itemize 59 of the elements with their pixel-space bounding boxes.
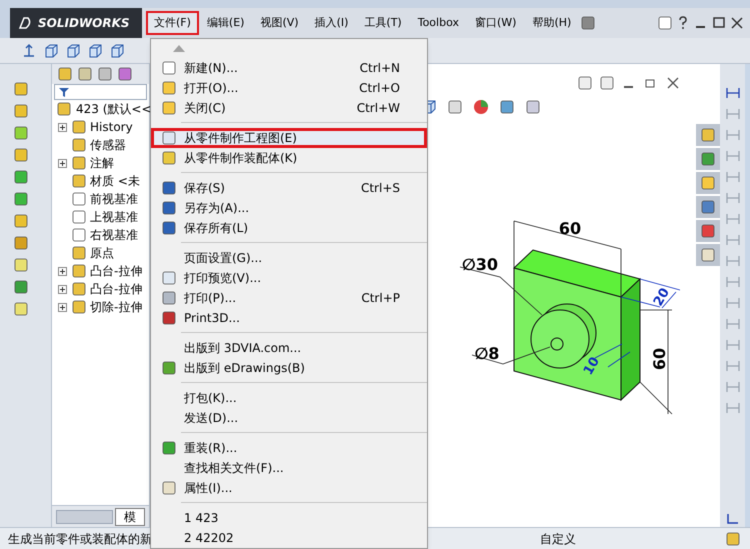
color-ball-icon[interactable] (472, 98, 490, 116)
menu-item[interactable]: 插入(I) (306, 11, 356, 35)
dimension-label: ∅8 (474, 344, 500, 363)
tree-item[interactable]: 凸台-拉伸 (90, 262, 142, 280)
menu-option[interactable]: 属性(I)... (151, 478, 427, 498)
menu-option[interactable]: 发送(D)... (151, 408, 427, 428)
menu-option[interactable]: 关闭(C) Ctrl+W (151, 98, 427, 118)
menu-option[interactable]: 打印(P)... Ctrl+P (151, 288, 427, 308)
tree-item[interactable]: 上视基准 (90, 208, 138, 226)
tree-item[interactable]: 前视基准 (90, 190, 138, 208)
menu-option[interactable]: 1 423 (151, 508, 427, 528)
tree-item[interactable]: 凸台-拉伸 (90, 280, 142, 298)
menu-item[interactable]: 工具(T) (356, 11, 410, 35)
expand-icon[interactable] (58, 122, 67, 132)
tree-item[interactable]: 传感器 (90, 136, 126, 154)
tree-item[interactable]: History (90, 118, 133, 136)
dimension-label: 20 (650, 286, 673, 309)
filter-field[interactable] (54, 84, 147, 100)
tree-item[interactable]: 材质 <未 (90, 172, 140, 190)
unit-system[interactable]: 自定义 (540, 530, 576, 548)
menu-item[interactable]: 帮助(H) (524, 11, 580, 35)
menu-item[interactable]: 文件(F) (146, 11, 199, 35)
dimension-label: 10 (580, 354, 603, 378)
expand-icon[interactable] (58, 266, 67, 276)
menu-item[interactable]: 视图(V) (252, 11, 307, 35)
menu-option[interactable]: 打开(O)... Ctrl+O (151, 78, 427, 98)
tree-root-label[interactable]: 423 (默认<< (76, 100, 152, 118)
tree-item[interactable]: 右视基准 (90, 226, 138, 244)
menu-option[interactable]: 出版到 3DVIA.com... (151, 338, 427, 358)
dimension-label: ∅30 (462, 255, 498, 274)
menu-option[interactable]: 打印预览(V)... (151, 268, 427, 288)
menu-item[interactable]: 编辑(E) (198, 11, 252, 35)
dimension-label: 60 (650, 348, 669, 370)
menu-option[interactable]: 出版到 eDrawings(B) (151, 358, 427, 378)
menu-option[interactable]: Print3D... (151, 308, 427, 328)
logo-text: SOLIDWORKS (38, 15, 130, 32)
status-message: 生成当前零件或装配体的新 (8, 530, 152, 548)
menu-option[interactable]: 2 42202 (151, 528, 427, 548)
menu-option[interactable]: 重装(R)... (151, 438, 427, 458)
menu-option[interactable]: 保存(S) Ctrl+S (151, 178, 427, 198)
expand-icon[interactable] (58, 158, 67, 168)
menu-item[interactable]: Toolbox (410, 11, 467, 35)
menu-option[interactable]: 新建(N)... Ctrl+N (151, 58, 427, 78)
menu-option[interactable]: 保存所有(L) (151, 218, 427, 238)
menu-option[interactable]: 从零件制作装配体(K) (151, 148, 427, 168)
tree-item[interactable]: 注解 (90, 154, 114, 172)
tree-item[interactable]: 原点 (90, 244, 114, 262)
expand-icon[interactable] (58, 302, 67, 312)
menu-option[interactable]: 另存为(A)... (151, 198, 427, 218)
menu-option[interactable]: 从零件制作工程图(E) (151, 128, 427, 148)
menu-option[interactable]: 打包(K)... (151, 388, 427, 408)
menu-item[interactable]: 窗口(W) (466, 11, 524, 35)
expand-icon[interactable] (58, 284, 67, 294)
dimension-label: 60 (558, 219, 582, 238)
filter-icon (59, 87, 69, 97)
menu-option[interactable]: 页面设置(G)... (151, 248, 427, 268)
menu-option[interactable]: 查找相关文件(F)... (151, 458, 427, 478)
model-tab[interactable]: 模 (115, 508, 145, 526)
tree-item[interactable]: 切除-拉伸 (90, 298, 142, 316)
